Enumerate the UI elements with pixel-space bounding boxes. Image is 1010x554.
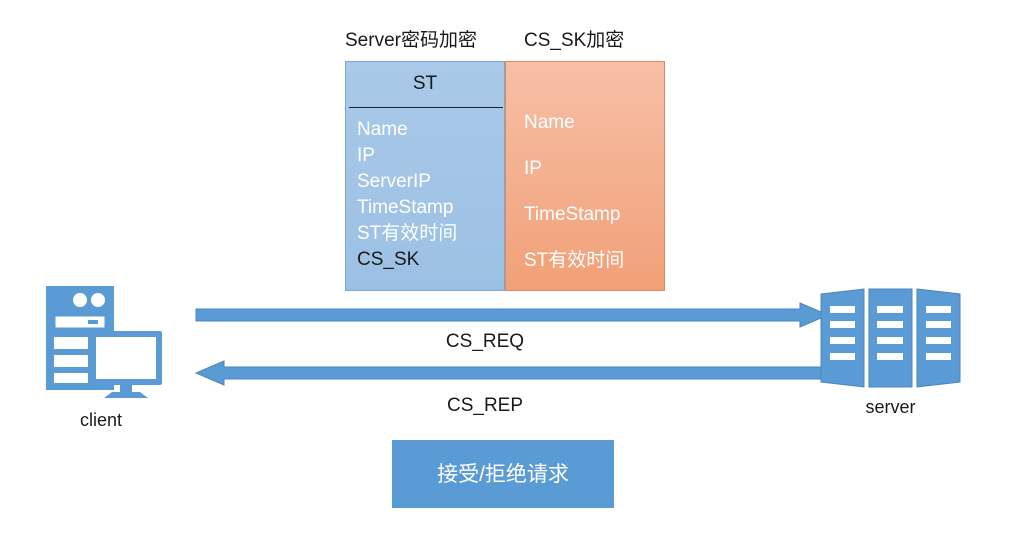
server-rack-icon [820,288,961,388]
result-box: 接受/拒绝请求 [392,440,614,508]
st-field-row-cs-sk: CS_SK [357,249,420,270]
server-bay [877,337,903,344]
server-bay [926,353,951,360]
st-box-caption: Server密码加密 [345,30,477,51]
server-bay [877,353,903,360]
cssk-field-list: Name IP TimeStamp ST有效时间 [524,100,664,284]
client-label: client [79,410,123,430]
result-box-label: 接受/拒绝请求 [437,462,569,486]
server-bay [830,321,855,328]
tower-slot-3 [54,373,88,383]
server-bay [926,306,951,313]
st-field-row: IP [357,145,375,166]
cssk-field-row: TimeStamp [524,204,621,225]
server-bay [830,306,855,313]
cs-req-label: CS_REQ [445,331,525,352]
cssk-field-row: ST有效时间 [524,250,625,271]
server-label: server [865,397,916,417]
cs-rep-arrow-shape [194,360,829,386]
cs-rep-label: CS_REP [446,395,524,416]
server-bay [877,306,903,313]
cs-req-arrow-shape [195,302,830,328]
tower-slot-1 [54,337,88,349]
st-title-divider [349,107,503,108]
st-field-row: ST有效时间 [357,223,458,244]
tower-led-left [73,293,87,307]
st-token-title: ST [412,73,438,94]
server-bay [926,321,951,328]
diagram-canvas: Server密码加密 CS_SK加密 ST Name IP ServerIP T… [0,0,1010,554]
tower-slot-2 [54,355,88,367]
cssk-box-caption: CS_SK加密 [524,30,625,51]
st-token-box: ST Name IP ServerIP TimeStamp ST有效时间 CS_… [345,61,505,291]
cssk-field-row: Name [524,112,575,133]
monitor-neck [120,385,132,392]
st-field-list: Name IP ServerIP TimeStamp ST有效时间 CS_SK [357,117,502,273]
tower-drive-slot [88,320,98,324]
cssk-token-box: Name IP TimeStamp ST有效时间 [505,61,665,291]
st-field-row: TimeStamp [357,197,454,218]
desktop-computer-icon [46,286,162,398]
st-field-row: Name [357,119,408,140]
server-bay [877,321,903,328]
tower-drive-bay [52,313,108,331]
cs-req-arrow [195,302,830,328]
server-bay [830,353,855,360]
monitor-screen [96,337,156,379]
server-bay [926,337,951,344]
tower-led-right [91,293,105,307]
cs-rep-arrow [194,360,829,386]
monitor-stand [104,392,148,398]
st-field-row: ServerIP [357,171,431,192]
cssk-field-row: IP [524,158,542,179]
server-bay [830,337,855,344]
